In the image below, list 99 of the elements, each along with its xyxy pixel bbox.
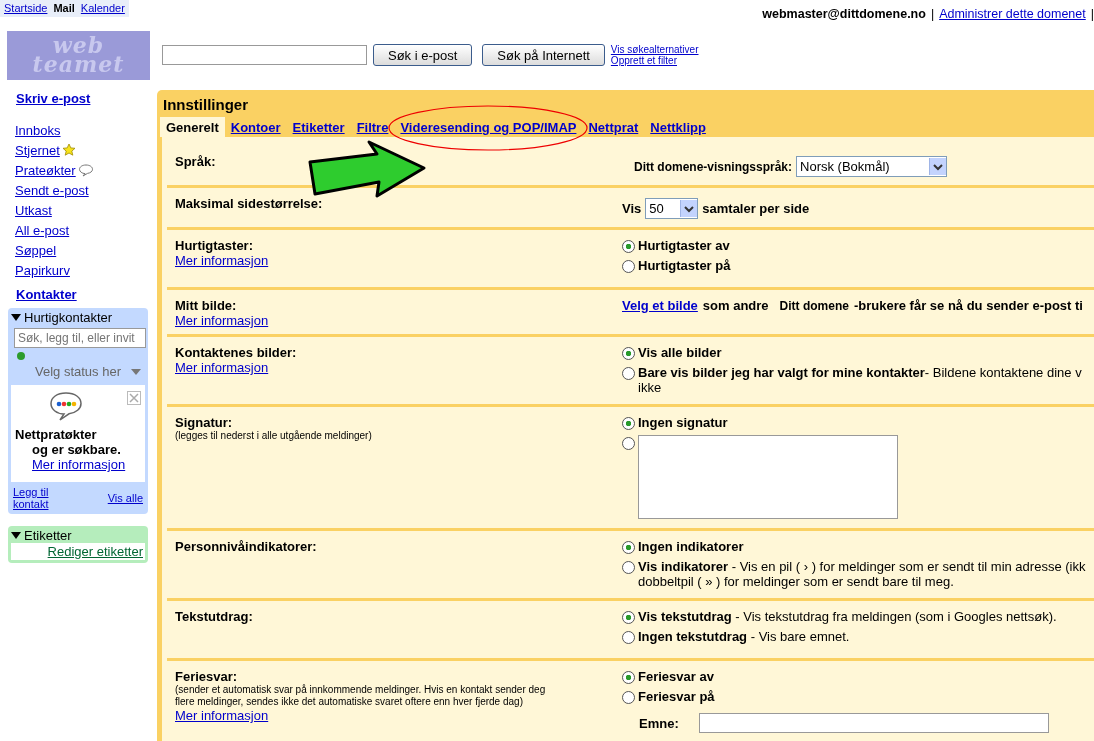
settings-tab[interactable]: Nettklipp xyxy=(644,117,712,137)
more-info-link[interactable]: Mer informasjon xyxy=(175,313,269,328)
contact-search-field[interactable]: Søk, legg til, eller invit xyxy=(14,328,146,348)
contacts-link[interactable]: Kontakter xyxy=(16,287,77,302)
nav-link[interactable]: Kalender xyxy=(80,2,125,14)
more-info-link[interactable]: Mer informasjon xyxy=(32,457,126,472)
speech-bubble-icon xyxy=(77,163,94,177)
search-option-link[interactable]: Vis søkealternativer xyxy=(610,44,699,55)
folder-link[interactable]: Søppel xyxy=(15,242,57,258)
folder-link[interactable]: Stjernet xyxy=(15,142,60,158)
folder-link[interactable]: Utkast xyxy=(15,202,52,218)
folder-link[interactable]: Prateøkter xyxy=(15,162,76,178)
add-contact-link[interactable]: Legg til kontakt xyxy=(13,486,63,510)
radio-button[interactable] xyxy=(622,691,635,704)
more-info-link[interactable]: Mer informasjon xyxy=(175,708,269,723)
signature-field[interactable] xyxy=(638,435,898,519)
more-info-link[interactable]: Mer informasjon xyxy=(175,360,269,375)
language-label: Ditt domene-visningsspråk: xyxy=(634,159,793,174)
option-label: Feriesvar av xyxy=(638,669,714,684)
language-select[interactable]: Norsk (Bokmål) xyxy=(796,156,948,177)
choose-picture-link[interactable]: Velg et bilde xyxy=(622,298,698,313)
setting-label: Hurtigtaster: xyxy=(175,238,254,253)
setting-label: Personnivåindikatorer: xyxy=(175,539,318,554)
collapse-icon[interactable] xyxy=(11,531,21,540)
settings-title: Innstillinger xyxy=(162,95,249,115)
search-field[interactable] xyxy=(162,45,367,65)
option-label: Ingen indikatorer xyxy=(638,539,744,554)
setting-label: Maksimal sidestørrelse: xyxy=(175,196,324,211)
folder-link[interactable]: Sendt e-post xyxy=(15,182,89,198)
radio-button[interactable] xyxy=(622,417,635,430)
dropdown-icon xyxy=(131,368,141,375)
panel-title: Hurtigkontakter xyxy=(24,310,113,325)
search-option-link[interactable]: Opprett et filter xyxy=(610,55,699,66)
promo-title: Nettpratøkter xyxy=(15,427,98,442)
option-description: ikke xyxy=(638,380,663,395)
folder-link[interactable]: Papirkurv xyxy=(15,262,70,278)
option-label: Ingen tekstutdrag - Vis bare emnet. xyxy=(638,629,850,644)
folder-link[interactable]: All e-post xyxy=(15,222,70,238)
promo-text: og er søkbare. xyxy=(32,442,122,457)
option-label: Bare vis bilder jeg har valgt for mine kontakter- Bildene kontaktene dine v xyxy=(638,365,1082,380)
status-select[interactable]: Velg status her xyxy=(17,360,145,385)
radio-button[interactable] xyxy=(622,671,635,684)
more-info-link[interactable]: Mer informasjon xyxy=(175,253,269,268)
radio-button[interactable] xyxy=(622,240,635,253)
page-size-suffix: samtaler per side xyxy=(702,201,810,216)
settings-tab[interactable]: Generelt xyxy=(160,117,225,137)
option-label: Vis tekstutdrag - Vis tekstutdrag fra meldingen (som i Googles nettsøk). xyxy=(638,609,1057,624)
domain-name: Ditt domene xyxy=(779,299,849,313)
setting-label: Kontaktenes bilder: xyxy=(175,345,298,360)
option-label: Hurtigtaster av xyxy=(638,238,730,253)
setting-note: (legges til nederst i alle utgående meldinger) xyxy=(175,430,373,442)
radio-button[interactable] xyxy=(622,631,635,644)
option-label: Vis indikatorer - Vis en pil ( › ) for meldinger som er sendt til min adresse (ikk xyxy=(638,559,1086,574)
page-size-label: Vis xyxy=(622,201,642,216)
collapse-icon[interactable] xyxy=(11,313,21,322)
dropdown-icon xyxy=(680,200,698,217)
option-description: dobbeltpil ( » ) for meldinger som er sendt bare til meg. xyxy=(638,574,955,589)
radio-button[interactable] xyxy=(622,541,635,554)
setting-label: Mitt bilde: xyxy=(175,298,238,313)
settings-tab[interactable]: Nettprat xyxy=(582,117,645,137)
option-label: Hurtigtaster på xyxy=(638,258,731,273)
subject-field[interactable] xyxy=(698,713,1049,733)
setting-label: Tekstutdrag: xyxy=(175,609,254,624)
picture-text: -brukere får se nå du sender e-post ti xyxy=(853,298,1083,313)
setting-note: (sender et automatisk svar på innkommende meldinger. Hvis en kontakt sender deg flere meldinger, sendes ikke det automatiske svaret oftere enn hver fjerde dag) xyxy=(175,684,547,708)
radio-button[interactable] xyxy=(622,347,635,360)
admin-link[interactable]: Administrer dette domenet xyxy=(939,7,1086,21)
settings-tab[interactable]: Filtre xyxy=(350,117,395,137)
radio-button[interactable] xyxy=(622,437,635,450)
separator: | xyxy=(930,7,935,21)
nav-link[interactable]: Startside xyxy=(4,2,48,14)
separator: | xyxy=(1090,7,1094,21)
account-email: webmaster@dittdomene.no xyxy=(762,7,926,21)
radio-button[interactable] xyxy=(622,611,635,624)
online-status-icon xyxy=(17,352,25,360)
settings-tab[interactable]: Etiketter xyxy=(286,117,351,137)
chat-bubble-icon xyxy=(49,391,83,421)
nav-link[interactable]: Mail xyxy=(53,2,75,14)
folder-link[interactable]: Innboks xyxy=(15,122,61,138)
show-all-link[interactable]: Vis alle xyxy=(107,492,143,504)
setting-label: Språk: xyxy=(175,153,217,169)
option-label: Feriesvar på xyxy=(638,689,715,704)
radio-button[interactable] xyxy=(622,367,635,380)
option-label: Vis alle bilder xyxy=(638,345,722,360)
picture-text: som andre xyxy=(702,298,769,313)
panel-title: Etiketter xyxy=(24,528,72,543)
setting-label: Feriesvar: xyxy=(175,669,239,684)
radio-button[interactable] xyxy=(622,561,635,574)
search-web-button[interactable]: Søk på Internett xyxy=(482,44,605,66)
star-icon xyxy=(61,143,76,157)
settings-tab[interactable]: Kontoer xyxy=(224,117,287,137)
field-label: Emne: xyxy=(639,715,679,731)
page-size-select[interactable]: 50 xyxy=(645,198,699,219)
radio-button[interactable] xyxy=(622,260,635,273)
dropdown-icon xyxy=(929,158,947,175)
setting-label: Signatur: xyxy=(175,415,234,430)
search-mail-button[interactable]: Søk i e-post xyxy=(373,44,473,66)
compose-link[interactable]: Skriv e-post xyxy=(16,91,91,106)
option-label: Ingen signatur xyxy=(638,415,728,430)
